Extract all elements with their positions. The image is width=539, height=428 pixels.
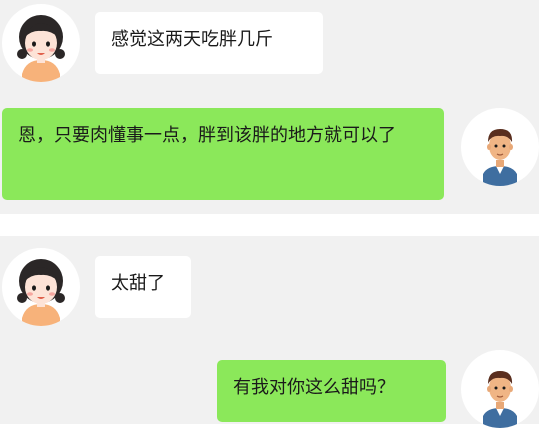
message-row-outgoing: 有我对你这么甜吗？ bbox=[0, 336, 539, 428]
message-bubble-incoming[interactable]: 感觉这两天吃胖几斤 bbox=[95, 12, 323, 74]
message-text: 恩，只要肉懂事一点，胖到该胖的地方就可以了 bbox=[18, 125, 396, 146]
message-text: 太甜了 bbox=[111, 273, 165, 294]
girl-avatar-icon[interactable] bbox=[2, 4, 80, 82]
message-row-outgoing: 恩，只要肉懂事一点，胖到该胖的地方就可以了 bbox=[0, 100, 539, 214]
boy-avatar-icon[interactable] bbox=[461, 108, 539, 186]
message-row-incoming: 太甜了 bbox=[0, 236, 539, 336]
message-text: 有我对你这么甜吗？ bbox=[233, 377, 395, 398]
message-text: 感觉这两天吃胖几斤 bbox=[111, 29, 273, 50]
message-row-incoming: 感觉这两天吃胖几斤 bbox=[0, 0, 539, 100]
message-bubble-outgoing[interactable]: 有我对你这么甜吗？ bbox=[217, 360, 446, 422]
message-bubble-incoming[interactable]: 太甜了 bbox=[95, 256, 191, 318]
message-bubble-outgoing[interactable]: 恩，只要肉懂事一点，胖到该胖的地方就可以了 bbox=[2, 108, 444, 200]
girl-avatar-icon[interactable] bbox=[2, 248, 80, 326]
boy-avatar-icon[interactable] bbox=[461, 350, 539, 428]
